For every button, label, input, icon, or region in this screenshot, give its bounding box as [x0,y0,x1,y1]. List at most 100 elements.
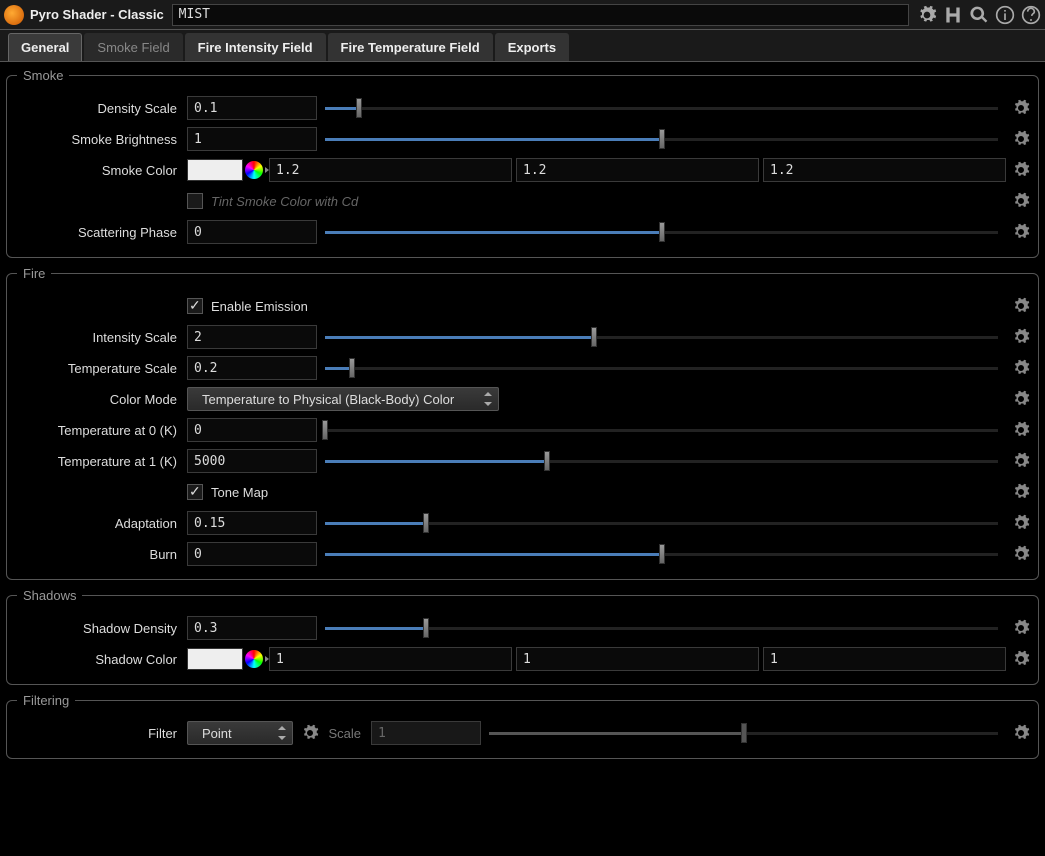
filter-label: Filter [7,726,187,741]
node-name-input[interactable] [172,4,909,26]
smoke-brightness-label: Smoke Brightness [7,132,187,147]
filter-gear-icon[interactable] [299,722,321,744]
intensity-scale-input[interactable] [187,325,317,349]
node-title: Pyro Shader - Classic [30,7,164,22]
t0-input[interactable] [187,418,317,442]
smoke-brightness-gear-icon[interactable] [1010,128,1032,150]
color-mode-select[interactable]: Temperature to Physical (Black-Body) Col… [187,387,499,411]
shadow-color-label: Shadow Color [7,652,187,667]
tonemap-checkbox[interactable] [187,484,203,500]
smoke-brightness-input[interactable] [187,127,317,151]
burn-gear-icon[interactable] [1010,543,1032,565]
shadow-color-picker-icon[interactable] [245,650,263,668]
shadow-color-r[interactable] [269,647,512,671]
t1-slider[interactable] [325,451,998,471]
smoke-color-r[interactable] [269,158,512,182]
gear-icon[interactable] [917,5,937,25]
shadow-density-gear-icon[interactable] [1010,617,1032,639]
temperature-scale-gear-icon[interactable] [1010,357,1032,379]
t1-input[interactable] [187,449,317,473]
tab-fire-intensity[interactable]: Fire Intensity Field [185,33,326,61]
t1-gear-icon[interactable] [1010,450,1032,472]
filter-scale-label: Scale [321,726,371,741]
shadow-color-gear-icon[interactable] [1010,648,1032,670]
density-scale-input[interactable] [187,96,317,120]
t0-label: Temperature at 0 (K) [7,423,187,438]
temperature-scale-slider[interactable] [325,358,998,378]
node-type-icon [4,5,24,25]
filter-scale-slider [489,723,998,743]
header-toolbar [917,5,1041,25]
group-smoke-legend: Smoke [17,68,69,83]
group-shadows-legend: Shadows [17,588,82,603]
shadow-color-b[interactable] [763,647,1006,671]
header: Pyro Shader - Classic [0,0,1045,30]
panel-general: Smoke Density Scale Smoke Brightness Smo… [0,62,1045,773]
burn-slider[interactable] [325,544,998,564]
smoke-brightness-slider[interactable] [325,129,998,149]
temperature-scale-input[interactable] [187,356,317,380]
tab-smoke-field[interactable]: Smoke Field [84,33,182,61]
smoke-color-picker-icon[interactable] [245,161,263,179]
filter-select[interactable]: Point [187,721,293,745]
group-fire-legend: Fire [17,266,51,281]
filter-scale-input [371,721,481,745]
temperature-scale-label: Temperature Scale [7,361,187,376]
burn-input[interactable] [187,542,317,566]
burn-label: Burn [7,547,187,562]
help-icon[interactable] [1021,5,1041,25]
tonemap-gear-icon[interactable] [1010,481,1032,503]
t1-label: Temperature at 1 (K) [7,454,187,469]
adaptation-input[interactable] [187,511,317,535]
tabs: General Smoke Field Fire Intensity Field… [0,30,1045,62]
tint-label: Tint Smoke Color with Cd [211,194,358,209]
tab-general[interactable]: General [8,33,82,61]
search-icon[interactable] [969,5,989,25]
tint-checkbox[interactable] [187,193,203,209]
enable-emission-checkbox[interactable] [187,298,203,314]
color-mode-value: Temperature to Physical (Black-Body) Col… [202,392,454,407]
adaptation-label: Adaptation [7,516,187,531]
density-scale-slider[interactable] [325,98,998,118]
scattering-phase-input[interactable] [187,220,317,244]
filter-scale-gear-icon[interactable] [1010,722,1032,744]
h-icon[interactable] [943,5,963,25]
enable-emission-gear-icon[interactable] [1010,295,1032,317]
t0-slider[interactable] [325,420,998,440]
enable-emission-label: Enable Emission [211,299,308,314]
smoke-color-swatch[interactable] [187,159,243,181]
info-icon[interactable] [995,5,1015,25]
group-filtering: Filtering Filter Point Scale [6,693,1039,759]
shadow-color-g[interactable] [516,647,759,671]
adaptation-gear-icon[interactable] [1010,512,1032,534]
intensity-scale-label: Intensity Scale [7,330,187,345]
group-shadows: Shadows Shadow Density Shadow Color [6,588,1039,685]
density-scale-label: Density Scale [7,101,187,116]
group-smoke: Smoke Density Scale Smoke Brightness Smo… [6,68,1039,258]
shadow-density-input[interactable] [187,616,317,640]
scattering-phase-gear-icon[interactable] [1010,221,1032,243]
scattering-phase-slider[interactable] [325,222,998,242]
adaptation-slider[interactable] [325,513,998,533]
tonemap-label: Tone Map [211,485,268,500]
tint-gear-icon[interactable] [1010,190,1032,212]
density-scale-gear-icon[interactable] [1010,97,1032,119]
shadow-density-slider[interactable] [325,618,998,638]
tab-exports[interactable]: Exports [495,33,569,61]
scattering-phase-label: Scattering Phase [7,225,187,240]
filter-value: Point [202,726,232,741]
color-mode-label: Color Mode [7,392,187,407]
color-mode-gear-icon[interactable] [1010,388,1032,410]
intensity-scale-gear-icon[interactable] [1010,326,1032,348]
group-fire: Fire Enable Emission Intensity Scale Tem… [6,266,1039,580]
smoke-color-label: Smoke Color [7,163,187,178]
shadow-density-label: Shadow Density [7,621,187,636]
shadow-color-swatch[interactable] [187,648,243,670]
t0-gear-icon[interactable] [1010,419,1032,441]
tab-fire-temperature[interactable]: Fire Temperature Field [328,33,493,61]
group-filtering-legend: Filtering [17,693,75,708]
intensity-scale-slider[interactable] [325,327,998,347]
smoke-color-g[interactable] [516,158,759,182]
smoke-color-gear-icon[interactable] [1010,159,1032,181]
smoke-color-b[interactable] [763,158,1006,182]
